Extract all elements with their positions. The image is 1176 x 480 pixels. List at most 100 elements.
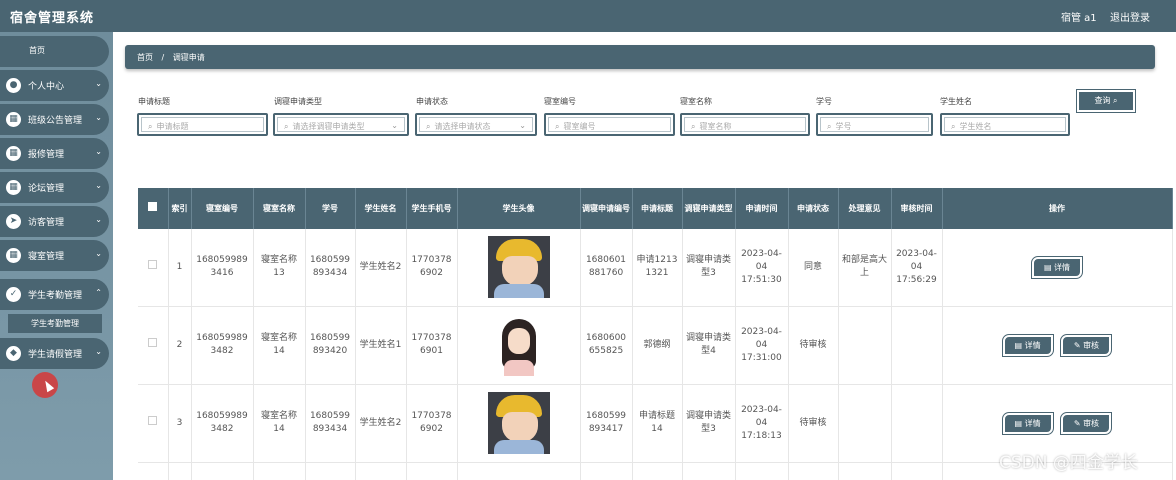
sidebar-item-forum[interactable]: ▦ 论坛管理 ⌄ (0, 172, 109, 203)
search-button-label: 查询 (1094, 96, 1111, 105)
sidebar-item-home[interactable]: 首页 (0, 36, 109, 67)
sidebar-item-attendance[interactable]: ✓ 学生考勤管理 ⌃ (0, 279, 109, 310)
sidebar-item-label: 首页 (29, 46, 45, 55)
table-row[interactable]: 1 1680599893416 寝室名称13 1680599893434 学生姓… (138, 229, 1173, 307)
logout-link[interactable]: 退出登录 (1110, 9, 1150, 24)
filter-label: 调寝申请类型 (274, 97, 322, 106)
sidebar-item-label: 访客管理 (28, 218, 65, 228)
button-label: 详情 (1024, 340, 1041, 350)
cell-avatar (457, 306, 581, 385)
button-label: 审核 (1083, 340, 1100, 350)
cell-apply-time: 2023-04-04 17:51:30 (735, 229, 789, 307)
detail-button[interactable]: ▤ 详情 (1001, 411, 1054, 435)
room-name-input[interactable]: ⌕ 寝室名称 (680, 113, 810, 136)
input-placeholder: 申请标题 (156, 122, 189, 131)
cell-apply-no: 1680601881760 (580, 229, 633, 307)
cell-index: 3 (168, 384, 192, 463)
column-header: 申请时间 (735, 188, 789, 229)
detail-button[interactable]: ▤ 详情 (1001, 333, 1054, 357)
search-button[interactable]: 查询 ⌕ (1076, 89, 1136, 113)
filter-label: 寝室编号 (544, 97, 576, 106)
column-header: 学生姓名 (355, 188, 407, 229)
sidebar-item-visitors[interactable]: ➤ 访客管理 ⌄ (0, 206, 109, 237)
chevron-up-icon: ⌃ (95, 288, 102, 297)
sidebar-item-label: 寝室管理 (28, 252, 65, 262)
cell-apply-no: 1680600655825 (580, 306, 633, 385)
row-checkbox[interactable] (148, 260, 158, 270)
cell-phone: 17703786902 (406, 384, 458, 463)
search-icon: ⌕ (827, 122, 832, 131)
row-checkbox[interactable] (148, 338, 158, 347)
filter-label: 学号 (816, 97, 832, 106)
submenu-attendance[interactable]: 学生考勤管理 (8, 314, 102, 333)
review-button[interactable]: ✎ 审核 (1060, 333, 1113, 357)
cell-avatar (457, 229, 581, 307)
student-avatar (487, 314, 550, 376)
person-icon: ● (6, 78, 21, 93)
filter-label: 申请标题 (138, 97, 170, 106)
cell-student-no: 1680599893434 (305, 229, 356, 307)
document-icon: ▤ (1014, 418, 1023, 428)
type-select[interactable]: ⌕ 请选择调寝申请类型 ⌄ (273, 113, 409, 136)
cell-type: 调寝申请类型3 (682, 229, 736, 307)
select-placeholder: 请选择申请状态 (434, 122, 491, 131)
column-header: 学号 (305, 188, 356, 229)
row-checkbox[interactable] (148, 416, 158, 425)
title-search-input[interactable]: ⌕ 申请标题 (137, 113, 268, 136)
cell-apply-no: 1680599893417 (580, 384, 633, 463)
search-icon: ⌕ (284, 122, 289, 131)
cell-index: 2 (168, 306, 192, 385)
cell-actions: ▤ 详情 ✎ 审核 (942, 306, 1173, 385)
search-icon: ⌕ (426, 122, 431, 131)
button-label: 详情 (1054, 262, 1071, 272)
cell-student-name: 学生姓名2 (355, 384, 407, 463)
table-header-row: 索引 寝室编号 寝室名称 学号 学生姓名 学生手机号 学生头像 调寝申请编号 申… (138, 188, 1173, 229)
header-select-all[interactable] (138, 188, 169, 229)
send-icon: ➤ (6, 214, 21, 229)
detail-button[interactable]: ▤ 详情 (1031, 255, 1083, 279)
filter-label: 学生姓名 (940, 97, 972, 106)
cell-student-no: 1680599893434 (305, 384, 356, 463)
select-all-checkbox[interactable] (148, 202, 158, 211)
review-button[interactable]: ✎ 审核 (1060, 411, 1113, 435)
student-number-input[interactable]: ⌕ 学号 (816, 113, 933, 136)
sidebar-item-leave[interactable]: ◆ 学生请假管理 ⌄ (0, 338, 109, 369)
chevron-down-icon: ⌄ (95, 249, 102, 258)
breadcrumb-home[interactable]: 首页 (137, 53, 153, 62)
chevron-down-icon: ⌄ (95, 79, 102, 88)
search-icon: ⌕ (691, 122, 696, 131)
search-icon: ⌕ (148, 122, 153, 131)
cell-type: 调寝申请类型3 (682, 384, 736, 463)
column-header: 调寝申请类型 (682, 188, 736, 229)
sidebar-item-announcements[interactable]: ▦ 班级公告管理 ⌄ (0, 104, 109, 135)
cell-room-no: 1680599893416 (191, 229, 254, 307)
row-checkbox-cell[interactable] (138, 229, 169, 307)
sidebar-item-label: 学生考勤管理 (28, 291, 83, 301)
column-header: 处理意见 (838, 188, 892, 229)
cell-opinion: 和部是高大上 (838, 229, 892, 307)
grid-icon: ▦ (6, 248, 21, 263)
chevron-down-icon: ⌄ (95, 347, 102, 356)
student-name-input[interactable]: ⌕ 学生姓名 (940, 113, 1070, 136)
sidebar-item-rooms[interactable]: ▦ 寝室管理 ⌄ (0, 240, 109, 271)
search-icon: ⌕ (555, 122, 560, 131)
room-number-input[interactable]: ⌕ 寝室编号 (544, 113, 675, 136)
cell-apply-time: 2023-04-04 17:18:13 (735, 384, 789, 463)
row-checkbox-cell[interactable] (138, 306, 169, 385)
sidebar-item-personal[interactable]: ● 个人中心 ⌄ (0, 70, 109, 101)
cell-phone: 17703786902 (406, 229, 458, 307)
top-bar: 宿舍管理系统 宿管 a1 退出登录 (0, 0, 1176, 32)
sidebar-item-repairs[interactable]: ▦ 报修管理 ⌄ (0, 138, 109, 169)
table-row[interactable]: 2 1680599893482 寝室名称14 1680599893420 学生姓… (138, 306, 1173, 385)
status-select[interactable]: ⌕ 请选择申请状态 ⌄ (415, 113, 537, 136)
cell-room-name: 寝室名称14 (253, 306, 306, 385)
thumbs-up-icon: ✎ (1073, 340, 1081, 350)
cell-title: 申请标题14 (632, 384, 683, 463)
cell-room-name: 寝室名称13 (253, 229, 306, 307)
column-header: 操作 (942, 188, 1173, 229)
button-label: 详情 (1024, 418, 1041, 428)
cell-status: 待审核 (788, 384, 839, 463)
button-label: 审核 (1083, 418, 1100, 428)
chevron-down-icon: ⌄ (95, 181, 102, 190)
row-checkbox-cell[interactable] (138, 384, 169, 463)
